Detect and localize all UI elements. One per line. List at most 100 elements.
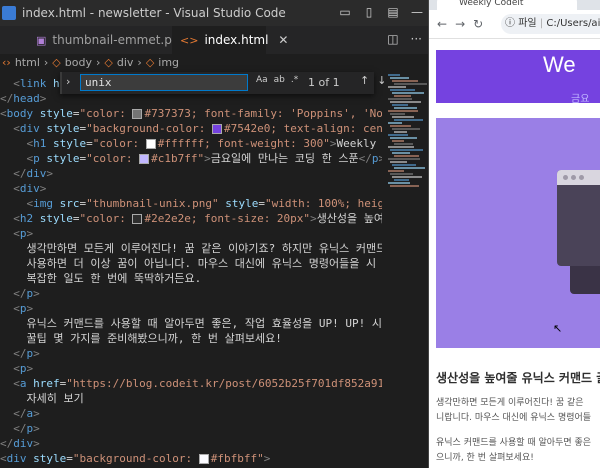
address-divider: | <box>539 18 544 29</box>
code-line[interactable]: <div> <box>0 181 46 196</box>
more-icon[interactable]: ··· <box>411 32 422 46</box>
minimap-line <box>390 125 411 127</box>
code-line[interactable]: <p> <box>0 301 33 316</box>
split-editor-icon[interactable]: ◫ <box>387 32 398 46</box>
minimap-line <box>390 89 415 91</box>
code-line[interactable]: <p> <box>0 361 33 376</box>
layout-icon[interactable]: ▭ <box>338 5 352 19</box>
forward-icon[interactable]: → <box>455 17 465 31</box>
code-line[interactable]: <h1 style="color: #ffffff; font-weight: … <box>0 136 382 151</box>
code-line[interactable]: </a> <box>0 406 40 421</box>
article-heading: 생산성을 높여줄 유닉스 커맨드 꿀 <box>436 371 600 385</box>
chevron-right-icon[interactable]: › <box>66 75 70 88</box>
match-case-toggle[interactable]: Aa <box>256 75 268 85</box>
chevron-right-icon: › <box>137 55 142 69</box>
minimap-line <box>388 170 404 172</box>
code-line[interactable]: 유닉스 커맨드를 사용할 때 알아두면 좋은, 작업 효율성을 UP! UP! … <box>0 316 382 331</box>
arrow-up-icon[interactable]: ↑ <box>360 74 369 87</box>
web-page: We 금요 ↖ 생산성을 높여줄 유닉스 커맨드 꿀 생각만하면 모든게 이루어… <box>429 39 600 468</box>
minimize-icon[interactable]: — <box>410 5 424 19</box>
minimap-line <box>394 131 407 133</box>
close-icon[interactable]: ✕ <box>278 33 288 47</box>
minimap-line <box>392 80 418 82</box>
browser-window: Weekly Codeit ← → ↻ ⓘ 파일 | C:/Users/airy… <box>428 0 600 468</box>
minimap-line <box>390 173 413 175</box>
window-dot <box>579 175 584 180</box>
minimap-line <box>394 167 425 169</box>
code-line[interactable]: 사용하면 더 이상 꿈이 아닙니다. 마우스 대신에 유닉스 명령어들을 시 <box>0 256 376 271</box>
minimap-line <box>394 83 427 85</box>
minimap[interactable] <box>384 70 428 468</box>
breadcrumb-item[interactable]: body <box>65 56 92 69</box>
minimap-line <box>392 140 404 142</box>
code-line[interactable]: 복잡한 일도 한 번에 뚝딱하거든요. <box>0 271 201 286</box>
window-dot <box>571 175 576 180</box>
code-line[interactable]: 생각만하면 모든게 이루어진다! 꿈 같은 이야기죠? 하지만 유닉스 커맨드 <box>0 241 382 256</box>
paragraph-line: 으니까, 한 번 살펴보세요! <box>436 453 534 463</box>
tab-thumbnail-emmet[interactable]: ▣ thumbnail-emmet.png <box>36 26 187 54</box>
minimap-line <box>392 92 424 94</box>
split-icon[interactable]: ▯ <box>362 5 376 19</box>
code-line[interactable]: </head> <box>0 91 46 106</box>
minimap-line <box>394 119 423 121</box>
minimap-line <box>388 146 414 148</box>
code-line[interactable]: <div style="background-color: #7542e0; t… <box>0 121 382 136</box>
editor-actions: ◫ ··· <box>387 32 422 46</box>
code-line[interactable]: <h2 style="color: #2e2e2e; font-size: 20… <box>0 211 382 226</box>
app-icon[interactable] <box>2 6 16 20</box>
code-line[interactable]: <p style="color: #c1b7ff">금요일에 만나는 코딩 한 … <box>0 151 383 166</box>
breadcrumb-item[interactable]: div <box>117 56 134 69</box>
code-line[interactable]: <img src="thumbnail-unix.png" style="wid… <box>0 196 383 211</box>
info-icon: ⓘ <box>505 18 515 29</box>
code-line[interactable]: </p> <box>0 286 40 301</box>
minimap-line <box>394 179 409 181</box>
breadcrumb-item[interactable]: html <box>15 56 40 69</box>
code-line[interactable]: <div style="background-color: #fbfbff"> <box>0 451 270 466</box>
code-icon: ‹› <box>2 55 11 69</box>
thumbnail-image <box>436 118 600 348</box>
panel-icon[interactable]: ▤ <box>386 5 400 19</box>
minimap-line <box>390 113 405 115</box>
address-bar[interactable]: ⓘ 파일 | C:/Users/airyt <box>501 14 600 34</box>
code-line[interactable]: <p> <box>0 226 33 241</box>
minimap-line <box>390 149 423 151</box>
address-text: C:/Users/airyt <box>546 18 600 29</box>
code-line[interactable]: </div> <box>0 436 40 451</box>
code-line[interactable]: <body style="color: #737373; font-family… <box>0 106 382 121</box>
breadcrumb-item[interactable]: img <box>158 56 179 69</box>
chevron-right-icon: › <box>95 55 101 69</box>
find-input[interactable]: unix <box>80 74 248 91</box>
vscode-window: index.html - newsletter - Visual Studio … <box>0 0 428 468</box>
regex-toggle[interactable]: .* <box>291 75 298 85</box>
find-widget: › unix Aa ab .* 1 of 1 ↑ ↓ ≡ <box>60 72 404 94</box>
back-icon[interactable]: ← <box>437 17 447 31</box>
editor-tab-bar: ▣ thumbnail-emmet.png <> index.html ✕ ◫ … <box>0 26 428 54</box>
code-editor[interactable]: <link hr</head><body style="color: #7373… <box>0 76 382 468</box>
minimap-line <box>388 98 412 100</box>
reload-icon[interactable]: ↻ <box>473 17 483 31</box>
minimap-line <box>392 128 420 130</box>
chevron-right-icon: › <box>43 55 49 69</box>
minimap-line <box>390 77 409 79</box>
code-line[interactable]: 자세히 보기 <box>0 391 83 406</box>
tab-label: thumbnail-emmet.png <box>52 33 188 47</box>
code-line[interactable]: </p> <box>0 421 40 436</box>
code-line[interactable]: </p> <box>0 346 40 361</box>
browser-tab[interactable]: Weekly Codeit <box>437 0 577 10</box>
minimap-line <box>388 110 418 112</box>
minimap-line <box>392 176 422 178</box>
code-line[interactable]: </div> <box>0 166 53 181</box>
whole-word-toggle[interactable]: ab <box>274 75 285 85</box>
browser-tab-strip: Weekly Codeit <box>429 0 600 10</box>
minimap-line <box>388 74 400 76</box>
tab-index-html[interactable]: <> index.html ✕ <box>172 26 288 54</box>
code-line[interactable]: <a href="https://blog.codeit.kr/post/605… <box>0 376 382 391</box>
element-icon: ◇ <box>104 55 113 69</box>
code-line[interactable]: 꿀팁 몇 가지를 준비해봤으니까, 한 번 살펴보세요! <box>0 331 281 346</box>
code-line[interactable]: <link hr <box>0 76 66 91</box>
minimap-line <box>392 152 410 154</box>
minimap-line <box>394 107 417 109</box>
find-result-count: 1 of 1 <box>308 76 340 89</box>
minimap-line <box>390 101 421 103</box>
taskbar-icons <box>0 0 16 26</box>
